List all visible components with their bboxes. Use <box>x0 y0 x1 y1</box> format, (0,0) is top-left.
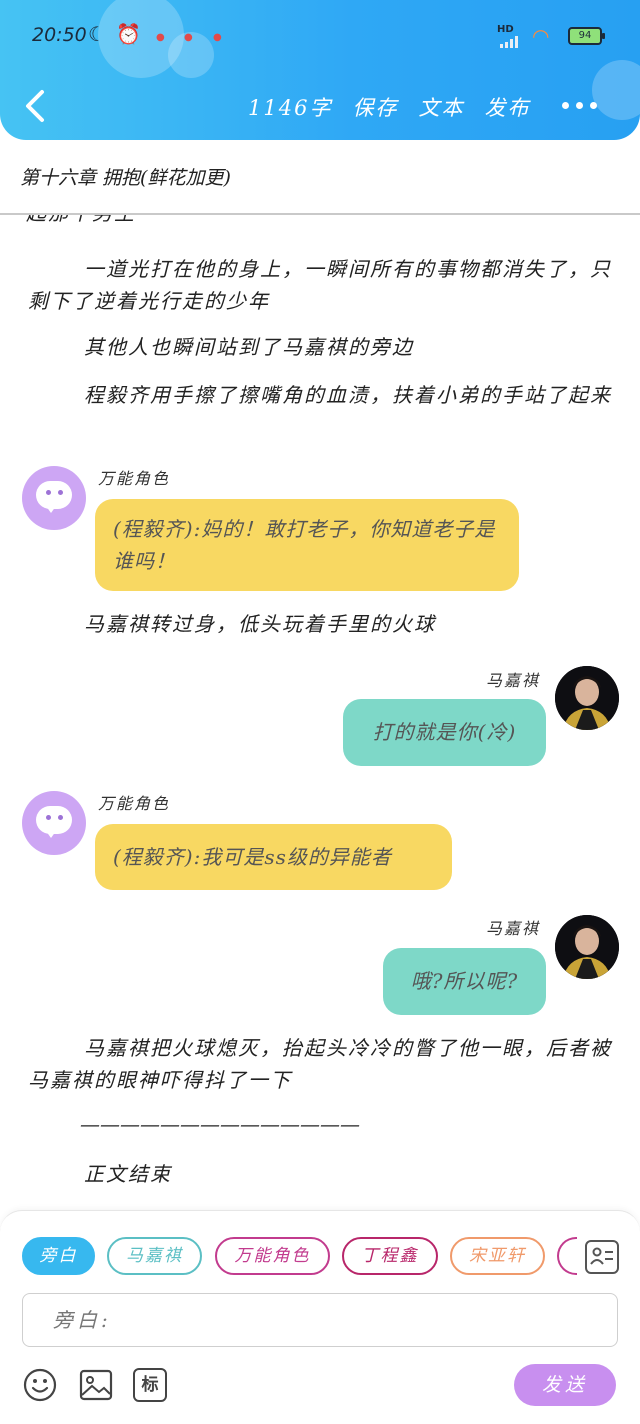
top-app-bar: 20:50 ☾ ⏰ ● ● ● HD ◠ 94 1146字 保存 文本 发布 <box>0 0 640 140</box>
image-icon[interactable] <box>79 1368 113 1402</box>
profile-photo <box>555 666 619 730</box>
role-chip-narrator[interactable]: 旁白 <box>22 1237 95 1275</box>
network-badge: HD <box>497 24 514 35</box>
send-button[interactable]: 发送 <box>514 1364 616 1406</box>
status-bar: 20:50 ☾ ⏰ ● ● ● HD ◠ 94 <box>0 18 640 58</box>
story-paragraph: 正文结束 <box>84 1162 172 1186</box>
story-paragraph: 一道光打在他的身上，一瞬间所有的事物都消失了，只剩下了逆着光行走的少年 <box>28 257 612 313</box>
message-bubble[interactable]: (程毅齐):妈的！敢打老子，你知道老子是谁吗！ <box>95 499 519 591</box>
battery-icon: 94 <box>568 27 605 45</box>
story-paragraph: 其他人也瞬间站到了马嘉祺的旁边 <box>84 335 414 359</box>
alarm-icon: ⏰ <box>116 22 141 46</box>
save-button[interactable]: 保存 <box>352 92 398 122</box>
speaker-name: 万能角色 <box>98 469 171 488</box>
message-input[interactable]: 旁白: <box>22 1293 618 1347</box>
more-menu-icon[interactable] <box>562 102 597 109</box>
role-list-icon[interactable] <box>585 1240 619 1274</box>
status-time: 20:50 <box>32 24 87 46</box>
avatar[interactable] <box>555 915 619 979</box>
editor-toolbar: 1146字 保存 文本 发布 <box>248 90 550 124</box>
avatar[interactable] <box>22 466 86 530</box>
wifi-icon: ◠ <box>532 24 550 48</box>
story-paragraph: 马嘉祺转过身，低头玩着手里的火球 <box>84 612 436 636</box>
decor-circle <box>592 60 640 120</box>
story-paragraph: 马嘉祺把火球熄灭，抬起头冷冷的瞥了他一眼，后者被马嘉祺的眼神吓得抖了一下 <box>28 1036 612 1092</box>
moon-icon: ☾ <box>88 22 106 46</box>
word-count: 1146字 <box>248 96 333 120</box>
role-chip-ma-jiaqi[interactable]: 马嘉祺 <box>107 1237 202 1275</box>
role-chip-ding-chengxin[interactable]: 丁程鑫 <box>342 1237 438 1275</box>
role-chip-partial[interactable] <box>557 1237 577 1275</box>
emoji-icon[interactable] <box>23 1368 57 1402</box>
separator-line: —————————————— <box>80 1112 360 1136</box>
speaker-name: 万能角色 <box>98 794 171 813</box>
chat-bubble-icon <box>36 806 72 838</box>
back-arrow-icon[interactable] <box>22 86 48 126</box>
message-bubble[interactable]: 打的就是你(冷) <box>343 699 546 766</box>
speaker-name: 马嘉祺 <box>486 671 541 690</box>
publish-button[interactable]: 发布 <box>484 92 530 122</box>
role-chip-universal[interactable]: 万能角色 <box>215 1237 330 1275</box>
signal-icon <box>500 36 522 48</box>
story-content[interactable]: 起那个男生 一道光打在他的身上，一瞬间所有的事物都消失了，只剩下了逆着光行走的少… <box>0 215 640 1210</box>
notification-icon: ● <box>184 32 193 43</box>
notification-icon: ● <box>213 32 222 43</box>
speaker-name: 马嘉祺 <box>486 919 541 938</box>
avatar[interactable] <box>22 791 86 855</box>
chat-bubble-icon <box>36 481 72 513</box>
story-paragraph: 程毅齐用手擦了擦嘴角的血渍，扶着小弟的手站了起来 <box>84 383 612 407</box>
text-button[interactable]: 文本 <box>418 92 464 122</box>
role-chip-song-yaxuan[interactable]: 宋亚轩 <box>450 1237 545 1275</box>
message-bubble[interactable]: 哦?所以呢? <box>383 948 546 1015</box>
mark-button[interactable]: 标 <box>133 1368 167 1402</box>
composer-panel: 旁白 马嘉祺 万能角色 丁程鑫 宋亚轩 旁白: 标 发送 <box>0 1210 640 1424</box>
notification-icon: ● <box>156 32 165 43</box>
avatar[interactable] <box>555 666 619 730</box>
chapter-title[interactable]: 第十六章 拥抱(鲜花加更) <box>20 163 231 190</box>
story-paragraph: 起那个男生 <box>26 215 616 229</box>
profile-photo <box>555 915 619 979</box>
message-bubble[interactable]: (程毅齐):我可是ss级的异能者 <box>95 824 452 890</box>
